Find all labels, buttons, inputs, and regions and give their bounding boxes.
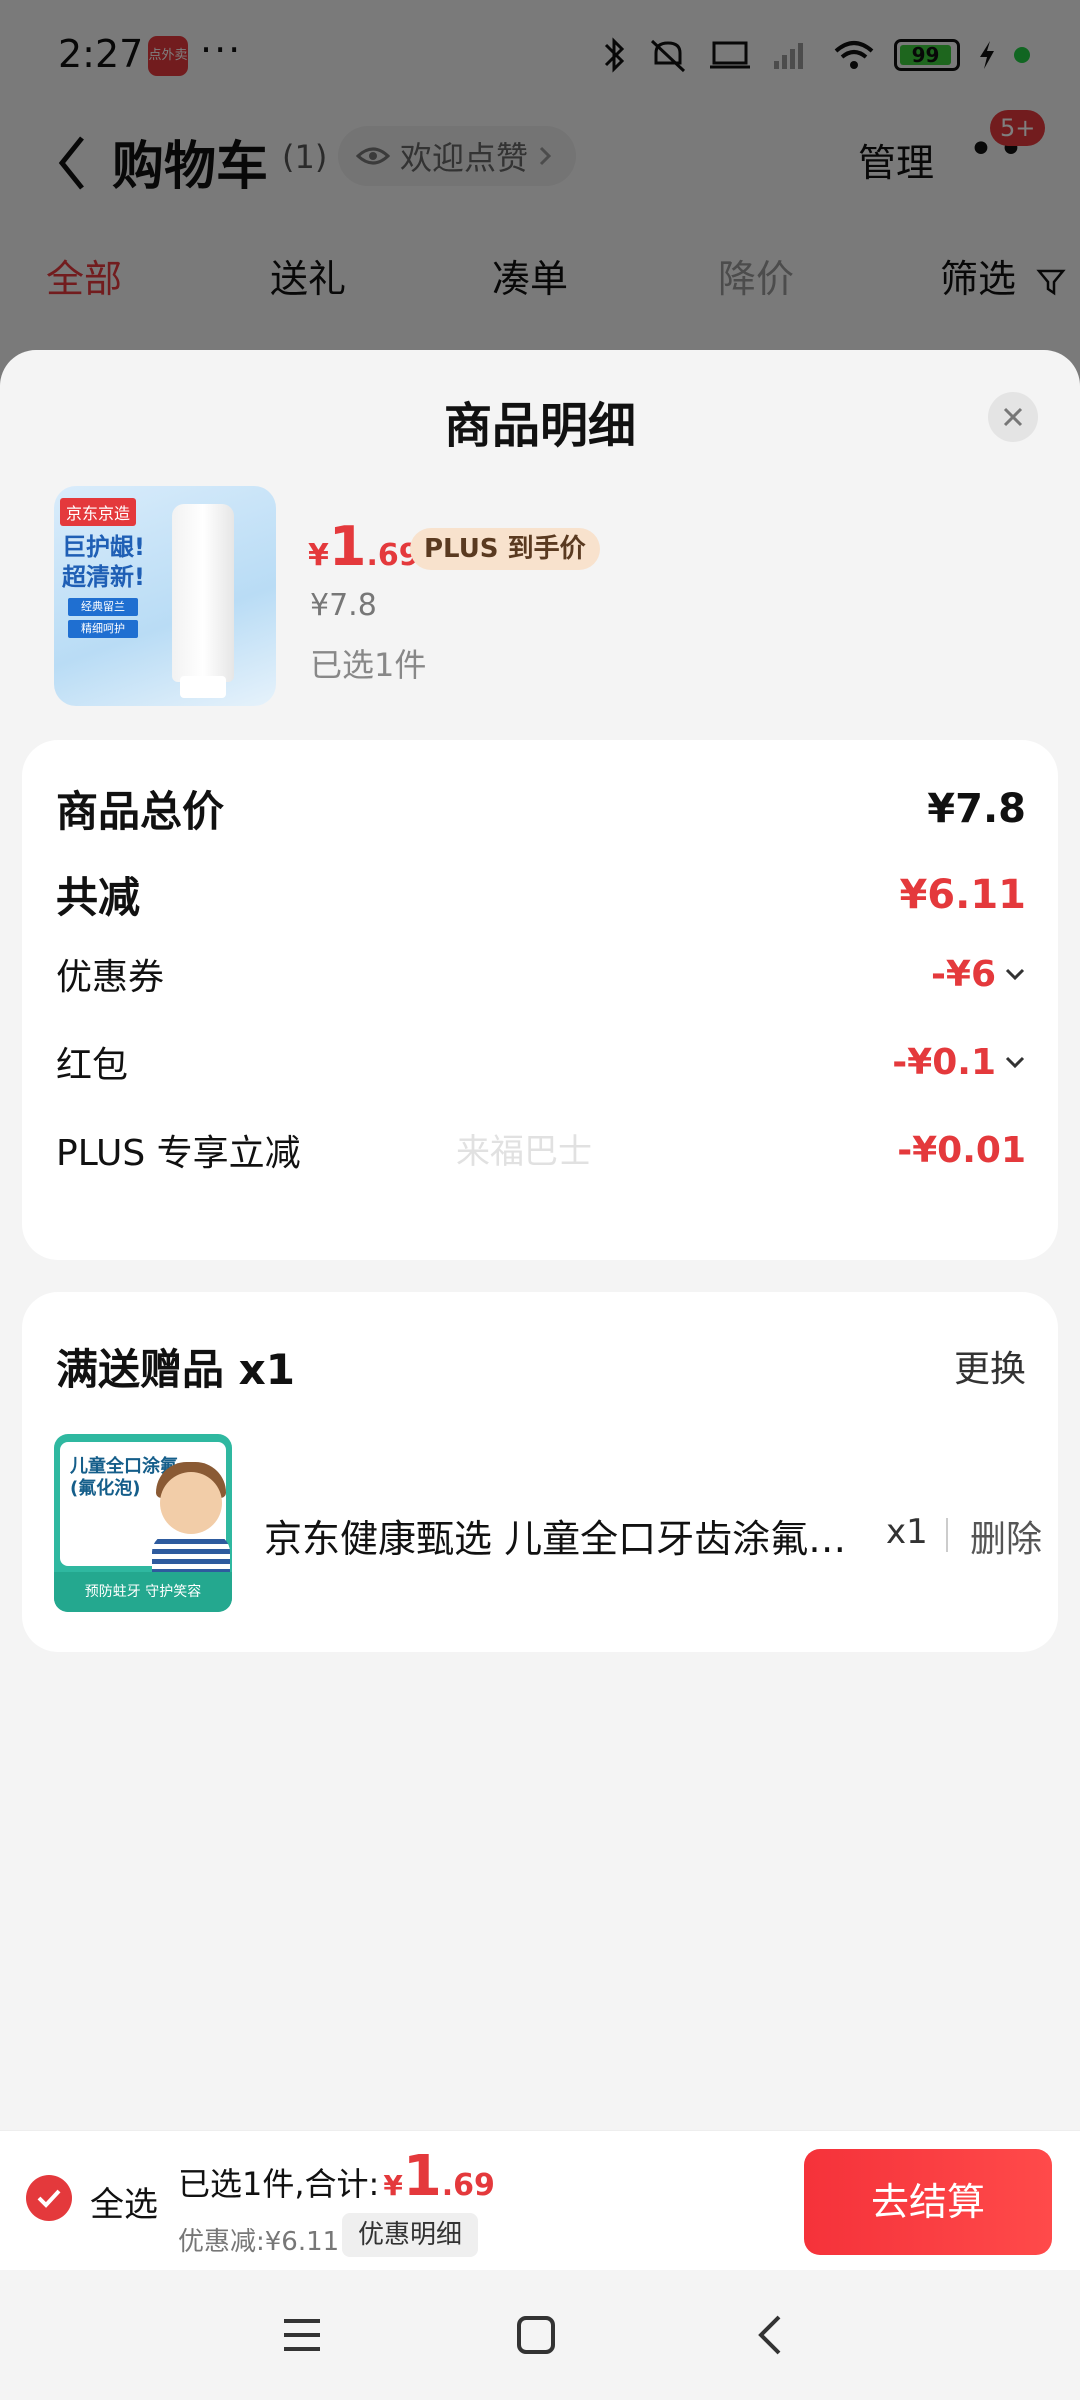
gift-image-panel: 儿童全口涂氟 (氟化泡): [60, 1442, 230, 1574]
product-image-slogan: 巨护龈! 超清新!: [62, 533, 145, 591]
plus-discount-value: -¥0.01: [897, 1129, 1026, 1171]
gift-name[interactable]: 京东健康甄选 儿童全口牙齿涂氟泡沫: [264, 1508, 874, 1563]
gift-image: 儿童全口涂氟 (氟化泡) 预防蛀牙 守护笑容: [54, 1434, 232, 1612]
price-integer: 1: [328, 515, 367, 578]
total-label: 商品总价: [56, 787, 225, 836]
chevron-down-icon: [1005, 968, 1025, 981]
detail-sheet: 商品明细 京东京造 巨护龈! 超清新! 经典留兰 精细呵护 ¥ 1 .69 PL…: [0, 350, 1080, 2270]
total-value: ¥7.8: [927, 785, 1026, 832]
redpacket-row[interactable]: 红包 -¥0.1: [56, 1036, 1026, 1088]
total-currency: ¥: [383, 2169, 403, 2202]
reduce-label: 共减: [56, 873, 141, 922]
coupon-value-wrap: -¥6: [931, 954, 1026, 995]
product-image: 京东京造 巨护龈! 超清新! 经典留兰 精细呵护: [54, 486, 276, 706]
total-summary: 已选1件,合计: ¥ 1 .69: [178, 2149, 495, 2205]
total-decimal: .69: [441, 2168, 495, 2203]
back-nav-button[interactable]: [740, 2310, 800, 2360]
plus-price-badge: PLUS 到手价: [410, 528, 600, 570]
discount-summary: 优惠减:¥6.11: [178, 2227, 340, 2257]
select-all-checkbox[interactable]: [26, 2175, 72, 2221]
total-row: 商品总价 ¥7.8: [56, 778, 1026, 839]
discount-detail-button[interactable]: 优惠明细: [342, 2213, 479, 2257]
product-price: ¥ 1 .69: [308, 520, 420, 574]
back-icon: [758, 2315, 781, 2355]
close-button[interactable]: [988, 392, 1038, 442]
home-nav-button[interactable]: [506, 2310, 566, 2360]
coupon-value: -¥6: [930, 953, 996, 995]
chevron-down-icon: [1005, 1056, 1025, 1069]
reduce-row: 共减 ¥6.11: [56, 864, 1026, 925]
total-summary-label: 已选1件,合计:: [178, 2165, 380, 2203]
child-shirt: [152, 1534, 230, 1574]
check-icon: [37, 2189, 61, 2208]
gift-card: 满送赠品 x1 更换 儿童全口涂氟 (氟化泡) 预防蛀牙 守护笑容 京东健康甄选…: [22, 1292, 1058, 1652]
home-icon: [517, 2316, 555, 2354]
child-face: [160, 1472, 222, 1534]
original-price: ¥7.8: [310, 588, 377, 623]
change-gift-button[interactable]: 更换: [954, 1340, 1026, 1392]
gift-title: 满送赠品 x1: [56, 1345, 295, 1394]
product-image-brand: 京东京造: [60, 498, 137, 526]
redpacket-label: 红包: [56, 1045, 129, 1086]
price-breakdown-card: 商品总价 ¥7.8 共减 ¥6.11 优惠券 -¥6 红包 -¥0.1 PLUS…: [22, 740, 1058, 1260]
toothpaste-tube: [172, 504, 234, 682]
gift-quantity: x1: [886, 1512, 928, 1552]
coupon-label: 优惠券: [56, 957, 165, 998]
menu-nav-button[interactable]: [272, 2310, 332, 2360]
gift-image-caption: 预防蛀牙 守护笑容: [54, 1572, 232, 1612]
menu-icon: [284, 2319, 320, 2351]
checkout-button[interactable]: 去结算: [804, 2149, 1052, 2255]
checkout-bar: 全选 已选1件,合计: ¥ 1 .69 优惠减:¥6.11 优惠明细 去结算: [0, 2130, 1080, 2270]
product-image-chip: 经典留兰: [68, 598, 138, 616]
system-nav-bar: [0, 2270, 1080, 2400]
product-image-chip: 精细呵护: [68, 620, 138, 638]
reduce-value: ¥6.11: [899, 871, 1026, 918]
toothpaste-cap: [180, 676, 226, 698]
redpacket-value-wrap: -¥0.1: [892, 1042, 1026, 1083]
delete-gift-button[interactable]: 删除: [970, 1510, 1042, 1562]
divider: [946, 1518, 948, 1552]
price-currency: ¥: [308, 538, 329, 573]
plus-discount-label: PLUS 专享立减: [56, 1133, 301, 1174]
coupon-row[interactable]: 优惠券 -¥6: [56, 948, 1026, 1000]
total-integer: 1: [402, 2144, 442, 2209]
sheet-title: 商品明细: [443, 398, 636, 454]
redpacket-value: -¥0.1: [892, 1041, 996, 1083]
select-all-label[interactable]: 全选: [90, 2177, 158, 2226]
watermark: 来福巴士: [456, 1132, 592, 1172]
selected-count: 已选1件: [310, 646, 427, 684]
close-icon: [1003, 407, 1023, 427]
